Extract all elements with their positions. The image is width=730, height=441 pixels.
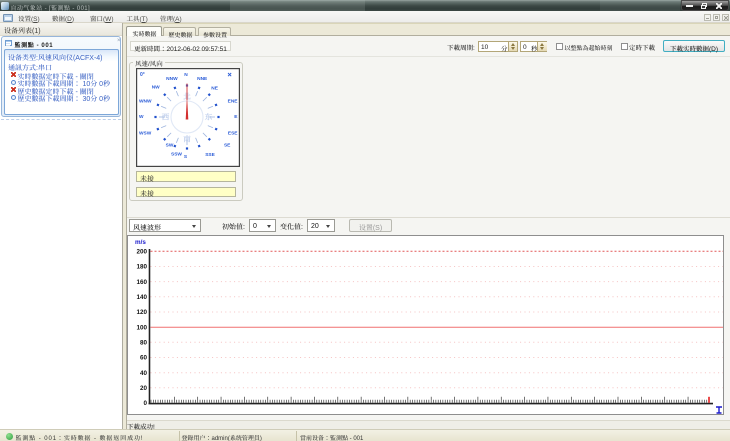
svg-text:ESE: ESE — [228, 130, 238, 136]
svg-text:m/s: m/s — [135, 239, 146, 246]
svg-text:0: 0 — [143, 400, 147, 407]
svg-text:20: 20 — [140, 385, 148, 392]
svg-text:SSE: SSE — [205, 152, 215, 158]
svg-text:SW: SW — [166, 142, 174, 148]
svg-text:60: 60 — [140, 355, 148, 362]
svg-text:W: W — [139, 114, 144, 120]
svg-text:40: 40 — [140, 370, 148, 377]
svg-text:NE: NE — [211, 86, 218, 92]
svg-text:0°: 0° — [140, 72, 145, 78]
svg-text:WSW: WSW — [139, 130, 152, 136]
svg-text:200: 200 — [136, 249, 147, 256]
svg-text:120: 120 — [136, 309, 147, 316]
svg-text:100: 100 — [136, 324, 147, 331]
svg-text:SE: SE — [224, 142, 231, 148]
svg-text:NW: NW — [152, 85, 160, 91]
svg-text:NNE: NNE — [197, 76, 208, 82]
svg-text:WNW: WNW — [139, 99, 152, 105]
svg-text:180: 180 — [136, 264, 147, 271]
svg-text:NNW: NNW — [166, 76, 178, 82]
svg-text:SSW: SSW — [171, 152, 182, 158]
svg-text:160: 160 — [136, 279, 147, 286]
svg-text:140: 140 — [136, 294, 147, 301]
svg-text:ENE: ENE — [228, 99, 239, 105]
svg-text:N: N — [184, 72, 188, 78]
svg-text:80: 80 — [140, 340, 148, 347]
